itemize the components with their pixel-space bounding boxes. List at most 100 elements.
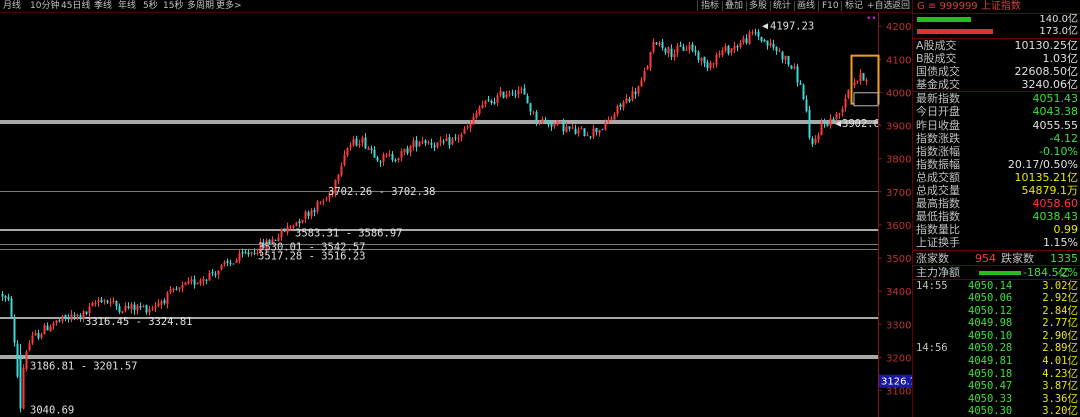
candle-body: [283, 228, 286, 232]
candle-body: [304, 211, 307, 219]
candle-body: [112, 301, 115, 303]
candle-body: [697, 52, 700, 60]
tick-list[interactable]: 14:55 4050.14 3.02亿 4050.06 2.92亿 4050.12 2.84…: [913, 280, 1080, 417]
candle-body: [232, 263, 235, 265]
indicator-button[interactable]: 指标: [701, 0, 719, 12]
volume-list: A股成交 10130.25亿 B股成交 1.03亿 国债成交 22608.50亿 基金成交 3…: [913, 39, 1080, 91]
candle-body: [727, 45, 730, 54]
mark-button[interactable]: 标记: [845, 0, 863, 12]
candle-body: [565, 126, 568, 133]
high-marker-arrow: [762, 23, 768, 30]
statistics-button[interactable]: 统计: [773, 0, 791, 12]
draw-line-button[interactable]: 画线: [797, 0, 815, 12]
candle-body: [100, 299, 103, 302]
period-tab-month[interactable]: 月线: [3, 0, 21, 12]
tick-price: 4050.10: [968, 329, 1013, 342]
volume-row: A股成交 10130.25亿: [913, 39, 1080, 52]
candle-body: [121, 311, 124, 314]
support-zone: [0, 229, 878, 231]
candle-body: [703, 56, 706, 64]
candle-body: [70, 314, 73, 320]
main-fund-bar: [979, 270, 1021, 275]
candle-body: [445, 138, 448, 142]
level-range-label: 3517.28 - 3516.23: [258, 251, 365, 263]
candle-body: [751, 32, 754, 34]
inflow-value: 140.0亿: [1039, 14, 1078, 25]
candle-body: [352, 139, 355, 146]
candle-body: [49, 326, 52, 331]
candlestick-chart[interactable]: 4197.233902.63993702.26 - 3702.383583.31…: [0, 13, 912, 417]
candle-body: [286, 226, 289, 233]
candle-body: [796, 66, 799, 83]
candle-body: [391, 154, 394, 160]
period-tab-year[interactable]: 年线: [118, 0, 136, 12]
period-tab-multi[interactable]: 多周期: [187, 0, 214, 12]
stat-row: 指数振幅 20.17/0.50%: [913, 158, 1080, 171]
period-tab-15sec[interactable]: 15秒: [163, 0, 183, 12]
add-favorite-button[interactable]: +自选: [867, 0, 893, 12]
y-tick-label: 3500: [886, 254, 911, 265]
stat-label: 总成交量: [916, 184, 960, 198]
candle-body: [13, 318, 16, 343]
stat-label: 指数量比: [916, 223, 960, 237]
toolbar-separator: [697, 1, 698, 11]
f10-button[interactable]: F10: [822, 0, 839, 12]
candle-body: [154, 306, 157, 308]
candle-body: [484, 100, 487, 105]
candle-body: [499, 91, 502, 96]
candle-body: [355, 138, 358, 146]
candle-body: [562, 121, 565, 132]
candle-body: [640, 80, 643, 87]
outflow-bar-row: 173.0亿: [913, 26, 1080, 38]
candle-body: [706, 62, 709, 69]
candle-body: [214, 273, 217, 276]
candle-body: [235, 259, 238, 263]
candle-body: [853, 82, 856, 86]
period-tab-10min[interactable]: 10分钟: [30, 0, 59, 12]
candle-body: [688, 45, 691, 50]
candle-body: [745, 38, 748, 44]
stat-label: 最低指数: [916, 210, 960, 224]
period-tab-more[interactable]: 更多>: [216, 0, 242, 12]
candle-body: [19, 357, 22, 408]
candle-body: [250, 251, 253, 254]
candle-body: [175, 288, 178, 291]
candle-body: [718, 53, 721, 55]
candle-body: [4, 295, 7, 298]
candle-body: [541, 119, 544, 123]
candle-body: [433, 145, 436, 148]
candle-body: [28, 343, 31, 351]
stat-value: 4043.38: [1032, 105, 1079, 119]
candle-body: [10, 298, 13, 318]
candle-body: [316, 201, 319, 212]
candle-body: [775, 47, 778, 51]
candle-body: [589, 136, 592, 138]
tick-price: 4050.18: [968, 367, 1013, 380]
current-price-label: 3126.7: [881, 377, 912, 388]
candle-body: [181, 284, 184, 288]
candle-body: [865, 79, 868, 82]
candle-body: [148, 309, 151, 313]
candle-body: [190, 279, 193, 282]
candle-body: [772, 43, 775, 48]
back-button[interactable]: 返回: [892, 0, 910, 12]
candle-body: [832, 118, 835, 121]
candle-body: [547, 121, 550, 125]
period-tab-45day[interactable]: 45日线: [61, 0, 90, 12]
period-tab-5sec[interactable]: 5秒: [143, 0, 158, 12]
candle-body: [634, 91, 637, 95]
candle-body: [655, 42, 658, 45]
candle-body: [574, 128, 577, 134]
candle-body: [835, 113, 838, 120]
tick-price: 4049.81: [968, 355, 1013, 368]
volume-row: B股成交 1.03亿: [913, 52, 1080, 65]
period-tab-quarter[interactable]: 季线: [94, 0, 112, 12]
tick-row: 4050.06 2.92亿: [913, 292, 1080, 305]
candle-body: [712, 63, 715, 65]
overlay-button[interactable]: 叠加: [725, 0, 743, 12]
candle-body: [715, 54, 718, 65]
stat-row: 上证换手 1.15%: [913, 236, 1080, 249]
multi-stock-button[interactable]: 多股: [749, 0, 767, 12]
index-code[interactable]: 999999: [940, 1, 978, 12]
candle-body: [421, 140, 424, 143]
